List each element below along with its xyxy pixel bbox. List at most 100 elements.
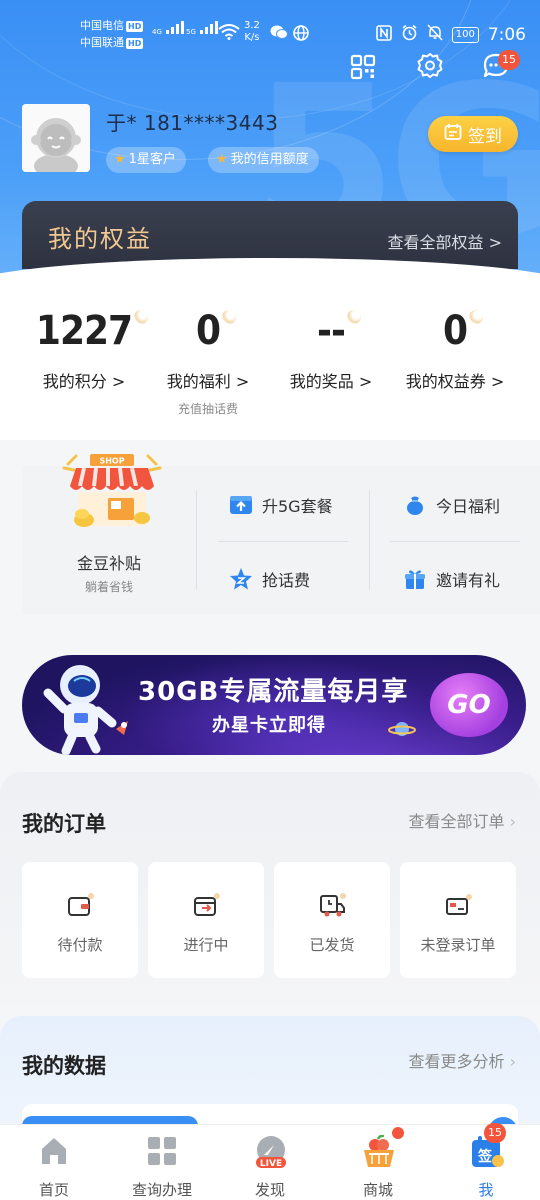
nav-mall[interactable]: 商城 [324,1125,432,1200]
customer-level-label: 1星客户 [128,152,176,167]
promo-banner[interactable]: 30GB专属流量每月享 办星卡立即得 GO [22,655,526,755]
credit-limit-tag[interactable]: ★ 我的信用额度 [208,147,319,173]
gold-bean-subsidy[interactable]: SHOP 金豆补贴 躺着省钱 [22,454,196,614]
message-icon[interactable]: 15 [482,50,520,82]
upgrade-5g-icon [228,492,254,518]
chevron-right-icon: › [509,1052,516,1071]
order-label: 进行中 [183,936,229,954]
daily-welfare-item[interactable]: 今日福利 [402,492,500,518]
stat-label: 我的奖品 > [289,372,373,391]
gift-box-icon [402,566,428,592]
hd-badge: HD [126,38,144,49]
gold-bean-title: 金豆补贴 [76,554,141,573]
gold-bean-subtitle: 躺着省钱 [84,580,133,594]
avatar[interactable] [22,104,90,172]
alarm-icon [401,24,418,45]
me-badge: 15 [484,1123,506,1143]
wallet-icon [66,892,94,920]
nav-home[interactable]: 首页 [0,1125,108,1200]
stat-label: 我的积分 > [42,372,126,391]
battery-indicator: 100 [451,26,479,43]
gift-bag-icon [402,492,428,518]
grab-credit-item[interactable]: 抢话费 [228,566,310,592]
star-icon: ★ [216,152,228,167]
planet-icon [388,719,416,743]
astronaut-icon [36,659,136,755]
wifi-icon [218,24,240,44]
hd-badge: HD [126,21,144,32]
divider [390,541,520,542]
network-speed: 3.2 K/s [244,20,260,43]
signal-icon: 4G [152,20,185,37]
nav-label: 我 [478,1181,494,1199]
stat-label: 我的权益券 > [405,372,505,391]
order-not-logged-in[interactable]: 未登录订单 [400,862,516,978]
user-profile: 于* 181****3443 ★ 1星客户 ★ 我的信用额度 [22,104,319,173]
my-data-title: 我的数据 [22,1054,106,1078]
home-icon [38,1135,70,1167]
credit-limit-label: 我的信用额度 [230,152,309,167]
customer-level-tag[interactable]: ★ 1星客户 [106,147,186,173]
nav-me[interactable]: 签 15 我 [432,1123,540,1200]
message-badge: 15 [498,50,520,70]
clock: 7:06 [487,24,526,45]
stat-prizes[interactable]: -- 我的奖品 > [271,308,391,392]
view-more-analysis-link[interactable]: 查看更多分析 › [408,1048,516,1072]
view-all-rights-link[interactable]: 查看全部权益 > [388,229,503,253]
signin-label: 签到 [468,126,502,147]
stat-label: 我的福利 > [166,372,250,391]
orders-section: 我的订单 查看全部订单 › 待付款 进行中 已发货 未登录订单 [0,772,540,1002]
stat-welfare[interactable]: 0 我的福利 > 充值抽话费 [148,308,268,417]
upgrade-5g-label: 升5G套餐 [262,497,333,516]
my-data-section: 我的数据 查看更多分析 › [0,1016,540,1136]
status-right: 100 7:06 [375,24,526,45]
user-name: 于* 181****3443 [106,111,279,135]
order-label: 未登录订单 [420,936,496,954]
calendar-icon [444,123,462,146]
nav-discover[interactable]: LIVE 发现 [216,1125,324,1200]
live-icon: LIVE [254,1135,286,1169]
stats-panel: 1227 我的积分 > 0 我的福利 > 充值抽话费 -- 我的奖品 > 0 我… [0,280,540,440]
upgrade-5g-item[interactable]: 升5G套餐 [228,492,333,518]
stat-value: -- [317,308,346,354]
mall-red-dot [392,1127,404,1139]
settings-gear-icon[interactable] [416,52,446,82]
svg-text:签: 签 [477,1148,493,1165]
qr-scan-icon[interactable] [350,52,380,82]
stat-value: 1227 [35,308,133,354]
stat-points[interactable]: 1227 我的积分 > [24,308,149,392]
me-sign-icon: 签 15 [470,1123,506,1167]
carrier-info: 中国电信 HD 中国联通 HD [80,17,144,51]
globe-icon [293,25,309,45]
stat-coupons[interactable]: 0 我的权益券 > [395,308,515,392]
mute-bell-icon [427,24,443,45]
delivery-truck-icon [318,892,346,920]
order-pending-payment[interactable]: 待付款 [22,862,138,978]
stat-value: 0 [442,308,468,354]
view-all-orders-link[interactable]: 查看全部订单 › [408,808,516,832]
svg-text:LIVE: LIVE [260,1159,282,1169]
invite-gift-item[interactable]: 邀请有礼 [402,566,500,592]
star-icon [228,566,254,592]
star-icon: ★ [114,152,126,167]
view-all-orders-label: 查看全部订单 [408,812,505,831]
stat-sub: 充值抽话费 [177,402,238,416]
services-panel: SHOP 金豆补贴 躺着省钱 升5G套餐 今日福利 抢话费 邀请有礼 [22,454,540,614]
signin-button[interactable]: 签到 [428,116,518,152]
nav-query[interactable]: 查询办理 [108,1125,216,1200]
carrier-2: 中国联通 [80,36,124,49]
banner-subline: 办星卡立即得 [212,715,326,736]
carrier-1: 中国电信 [80,19,124,32]
go-button[interactable]: GO [430,673,508,737]
grid-icon [146,1135,178,1167]
invite-gift-label: 邀请有礼 [436,571,501,590]
nav-label: 首页 [38,1181,69,1199]
header-actions: 15 [350,50,520,82]
nfc-icon [375,24,392,45]
daily-welfare-label: 今日福利 [436,497,501,516]
order-shipped[interactable]: 已发货 [274,862,390,978]
bottom-navigation: 首页 查询办理 LIVE 发现 商城 签 15 我 [0,1123,540,1200]
stat-value: 0 [195,308,221,354]
nav-label: 查询办理 [131,1181,192,1199]
order-in-progress[interactable]: 进行中 [148,862,264,978]
